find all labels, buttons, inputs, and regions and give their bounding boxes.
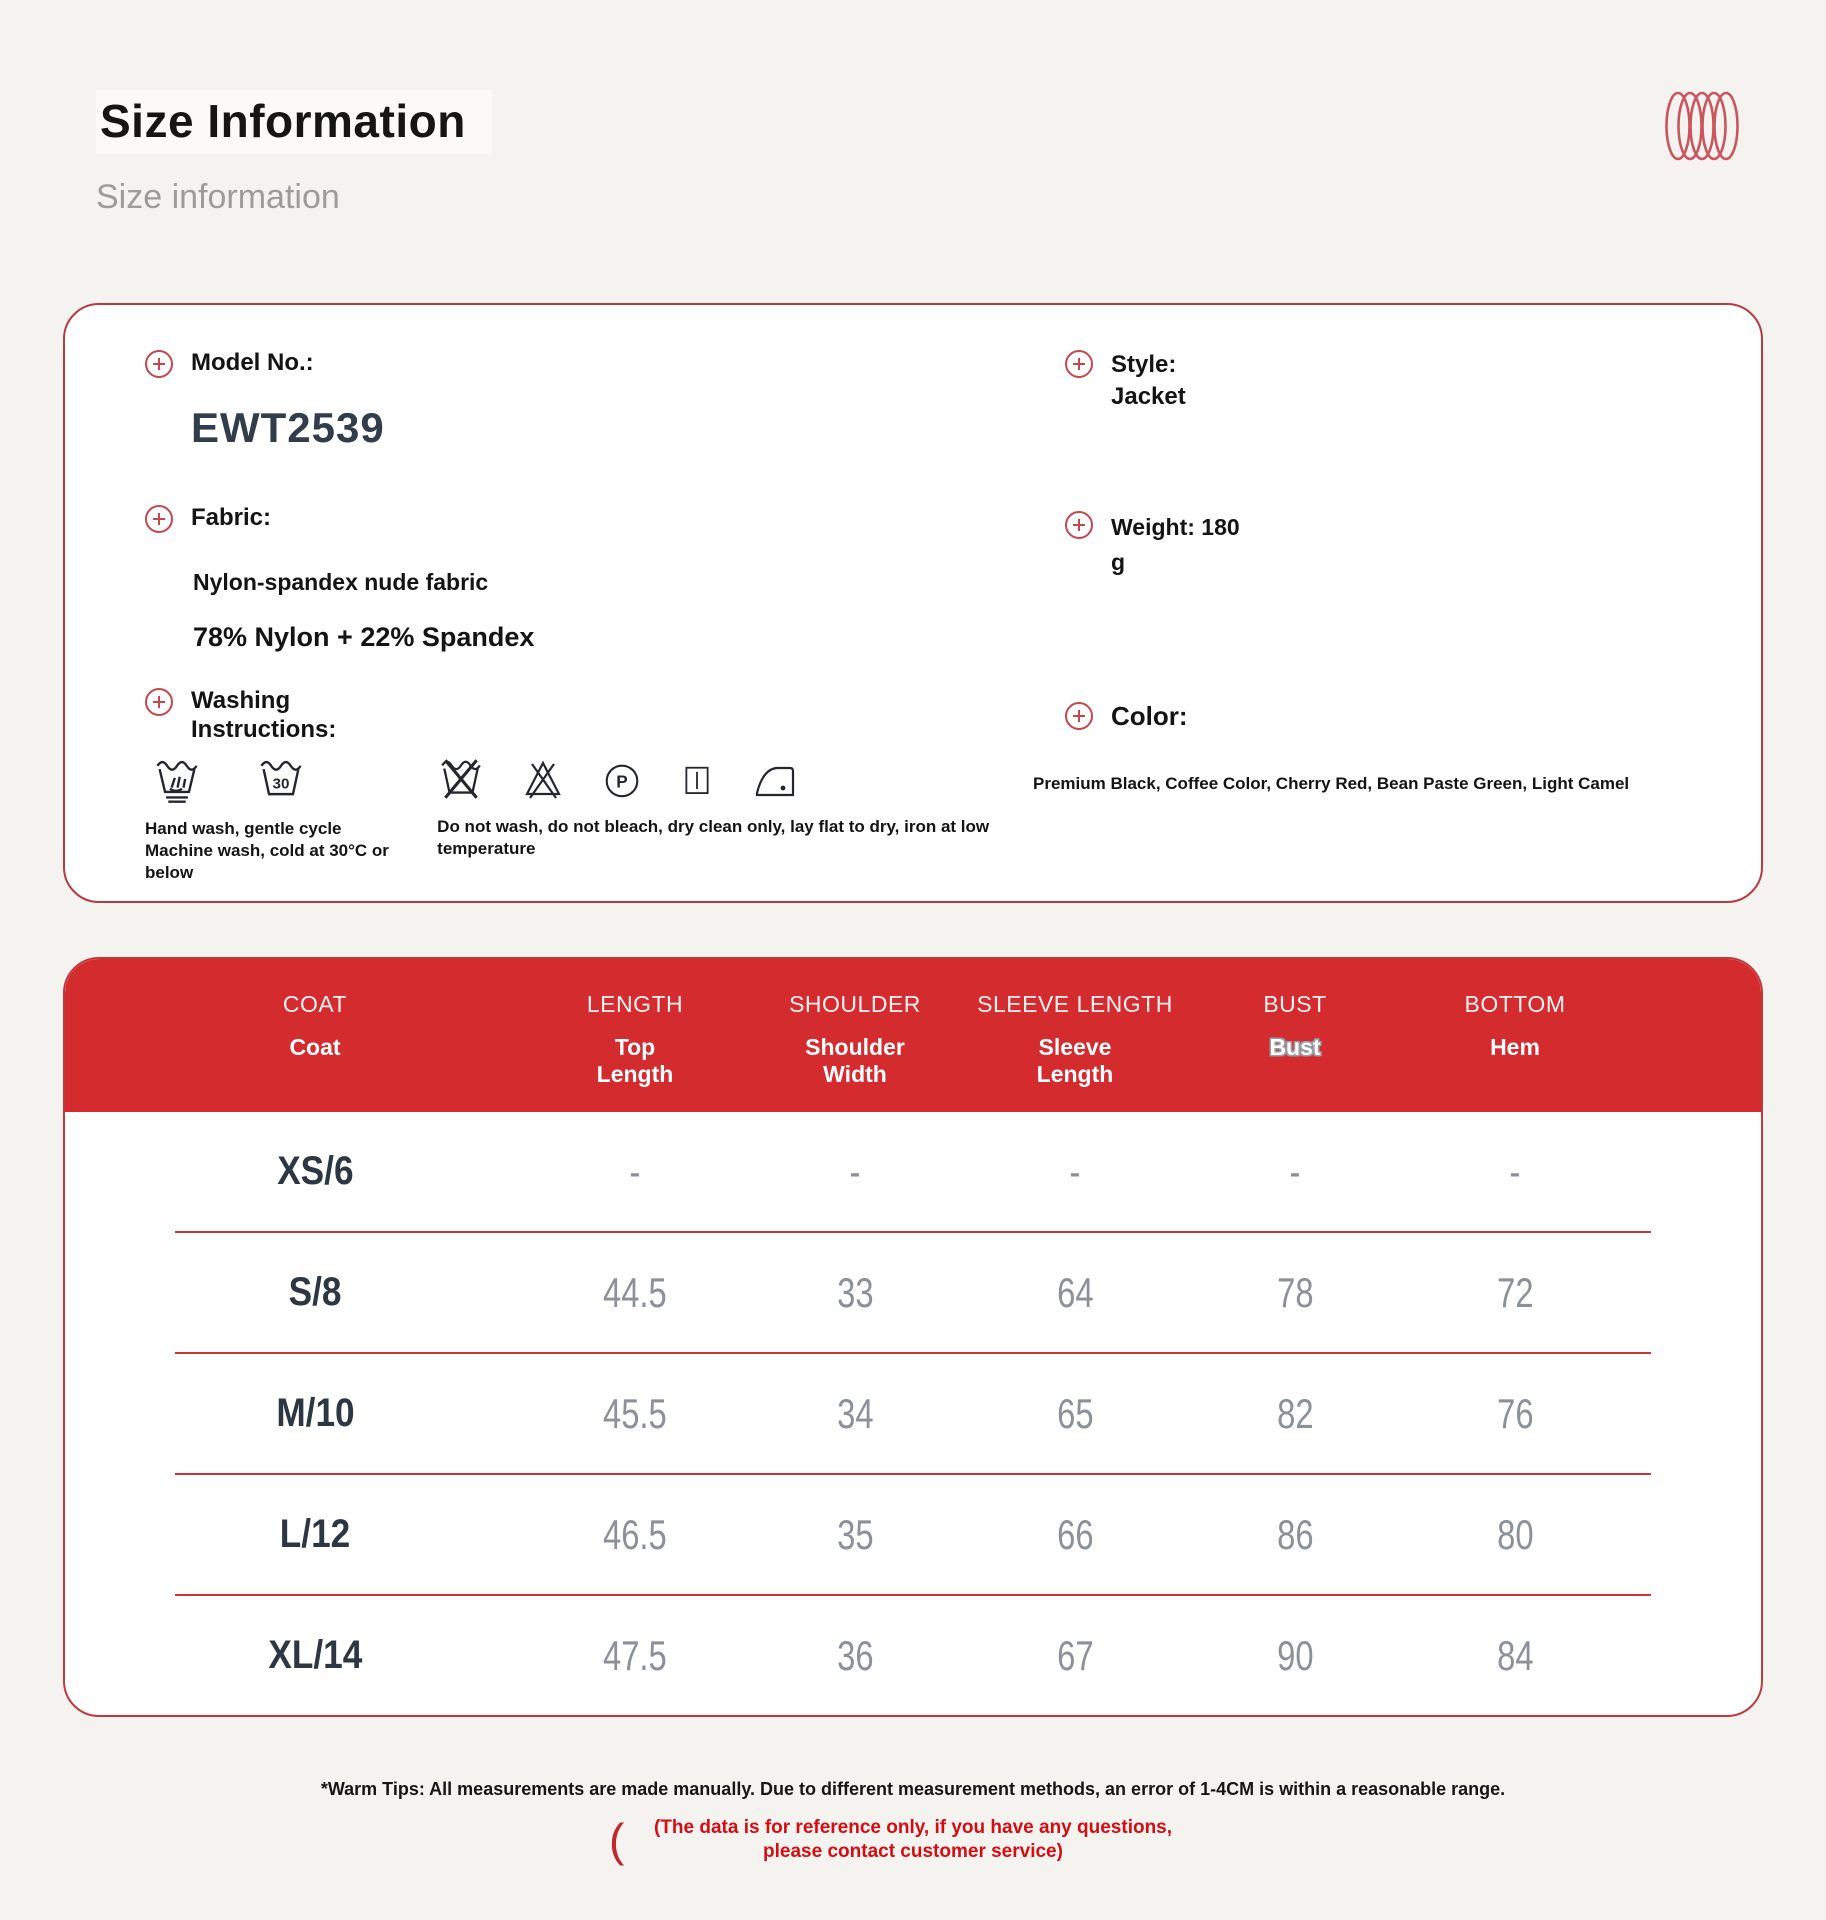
style-label: Style: bbox=[1111, 351, 1177, 378]
color-options: Premium Black, Coffee Color, Cherry Red,… bbox=[1033, 774, 1630, 794]
drip-dry-icon bbox=[679, 757, 715, 808]
column-header-shoulder: SHOULDER Shoulder Width bbox=[789, 991, 921, 1088]
weight-value: Weight: 180 bbox=[1111, 513, 1240, 540]
size-label: XL/14 bbox=[268, 1633, 362, 1677]
hand-wash-icon bbox=[151, 755, 203, 810]
machine-wash-30-icon: 30 bbox=[255, 755, 307, 810]
info-right-column: Style: Jacket Weight: 180 g Color: Premi… bbox=[1005, 349, 1701, 884]
cell-value: 82 bbox=[1276, 1389, 1314, 1437]
cell-value: - bbox=[849, 1147, 861, 1195]
cell-value: 72 bbox=[1496, 1268, 1534, 1316]
cell-value: 64 bbox=[1056, 1268, 1094, 1316]
washing-icons-row: 30 Hand wash, gentle cycle Machine wash,… bbox=[145, 755, 1005, 884]
iron-low-icon bbox=[751, 757, 799, 808]
size-table: COAT Coat LENGTH Top Length SHOULDER Sho… bbox=[63, 957, 1763, 1717]
table-row: XL/14 47.5 36 67 90 84 bbox=[65, 1596, 1761, 1715]
table-row: XS/6 - - - - - bbox=[65, 1112, 1761, 1231]
cell-value: 66 bbox=[1056, 1510, 1094, 1558]
cell-value: - bbox=[1289, 1147, 1301, 1195]
cell-value: - bbox=[1509, 1147, 1521, 1195]
cell-value: 76 bbox=[1496, 1389, 1534, 1437]
dry-clean-icon: P bbox=[601, 757, 643, 808]
color-label: Color: bbox=[1111, 701, 1188, 732]
cell-value: 36 bbox=[836, 1631, 874, 1679]
size-label: L/12 bbox=[279, 1512, 351, 1556]
brand-coil-logo-icon bbox=[1664, 88, 1740, 169]
cell-value: 86 bbox=[1276, 1510, 1314, 1558]
page-header: Size Information Size information bbox=[0, 0, 1826, 217]
page-title: Size Information bbox=[96, 90, 492, 154]
cell-value: 34 bbox=[836, 1389, 874, 1437]
do-not-bleach-icon bbox=[521, 755, 565, 808]
column-header-bottom: BOTTOM Hem bbox=[1464, 991, 1566, 1060]
page-subtitle: Size information bbox=[96, 178, 340, 216]
cell-value: 35 bbox=[836, 1510, 874, 1558]
model-no-item: Model No.: bbox=[145, 349, 1005, 378]
column-header-bust: BUST Bust bbox=[1263, 991, 1327, 1060]
cell-value: 80 bbox=[1496, 1510, 1534, 1558]
svg-text:30: 30 bbox=[273, 775, 290, 792]
washing-caption-left: Hand wash, gentle cycle Machine wash, co… bbox=[145, 818, 389, 882]
cell-value: 45.5 bbox=[603, 1389, 667, 1437]
column-header-coat: COAT Coat bbox=[282, 991, 348, 1060]
cell-value: - bbox=[629, 1147, 641, 1195]
fabric-description: Nylon-spandex nude fabric bbox=[193, 569, 489, 595]
svg-text:P: P bbox=[616, 771, 627, 791]
style-item: Style: Jacket bbox=[1065, 349, 1701, 414]
cell-value: 46.5 bbox=[603, 1510, 667, 1558]
washing-caption-right: Do not wash, do not bleach, dry clean on… bbox=[437, 816, 990, 858]
model-no-label: Model No.: bbox=[191, 349, 314, 376]
fabric-composition: 78% Nylon + 22% Spandex bbox=[193, 622, 535, 652]
model-no-value: EWT2539 bbox=[191, 404, 385, 451]
weight-unit: g bbox=[1111, 549, 1126, 576]
cell-value: 47.5 bbox=[603, 1631, 667, 1679]
weight-item: Weight: 180 g bbox=[1065, 510, 1701, 581]
product-info-card: Model No.: EWT2539 Fabric: Nylon-spandex… bbox=[63, 303, 1763, 903]
column-header-length: LENGTH Top Length bbox=[586, 991, 684, 1088]
fabric-label: Fabric: bbox=[191, 504, 272, 531]
plus-circle-icon bbox=[1065, 350, 1093, 378]
table-row: L/12 46.5 35 66 86 80 bbox=[65, 1475, 1761, 1594]
plus-circle-icon bbox=[145, 350, 173, 378]
plus-circle-icon bbox=[145, 688, 173, 716]
cell-value: 84 bbox=[1496, 1631, 1534, 1679]
do-not-wash-icon bbox=[437, 755, 485, 808]
plus-circle-icon bbox=[1065, 702, 1093, 731]
table-row: M/10 45.5 34 65 82 76 bbox=[65, 1354, 1761, 1473]
cell-value: 90 bbox=[1276, 1631, 1314, 1679]
size-table-header: COAT Coat LENGTH Top Length SHOULDER Sho… bbox=[65, 959, 1761, 1112]
plus-circle-icon bbox=[145, 505, 173, 533]
reference-note-text: (The data is for reference only, if you … bbox=[653, 1817, 1173, 1862]
warm-tips-note: *Warm Tips: All measurements are made ma… bbox=[320, 1779, 1506, 1799]
size-label: M/10 bbox=[275, 1391, 355, 1435]
column-header-sleeve-length: SLEEVE LENGTH Sleeve Length bbox=[977, 991, 1173, 1088]
size-label: S/8 bbox=[288, 1270, 342, 1314]
style-value: Jacket bbox=[1111, 383, 1186, 411]
plus-circle-icon bbox=[1065, 510, 1093, 539]
cell-value: 65 bbox=[1056, 1389, 1094, 1437]
cell-value: - bbox=[1069, 1147, 1081, 1195]
decorative-paren: ( bbox=[609, 1814, 625, 1866]
size-information-page: Size Information Size information Model … bbox=[0, 0, 1826, 1920]
washing-instructions-label: Washing Instructions: bbox=[191, 687, 337, 743]
washing-instructions-item: Washing Instructions: bbox=[145, 687, 1005, 745]
reference-note: ( (The data is for reference only, if yo… bbox=[603, 1814, 1223, 1866]
cell-value: 44.5 bbox=[603, 1268, 667, 1316]
cell-value: 33 bbox=[836, 1268, 874, 1316]
color-item: Color: bbox=[1065, 701, 1701, 732]
cell-value: 78 bbox=[1276, 1268, 1314, 1316]
info-left-column: Model No.: EWT2539 Fabric: Nylon-spandex… bbox=[145, 349, 1005, 884]
table-row: S/8 44.5 33 64 78 72 bbox=[65, 1233, 1761, 1352]
cell-value: 67 bbox=[1056, 1631, 1094, 1679]
size-label: XS/6 bbox=[276, 1149, 354, 1193]
fabric-item: Fabric: bbox=[145, 504, 1005, 533]
